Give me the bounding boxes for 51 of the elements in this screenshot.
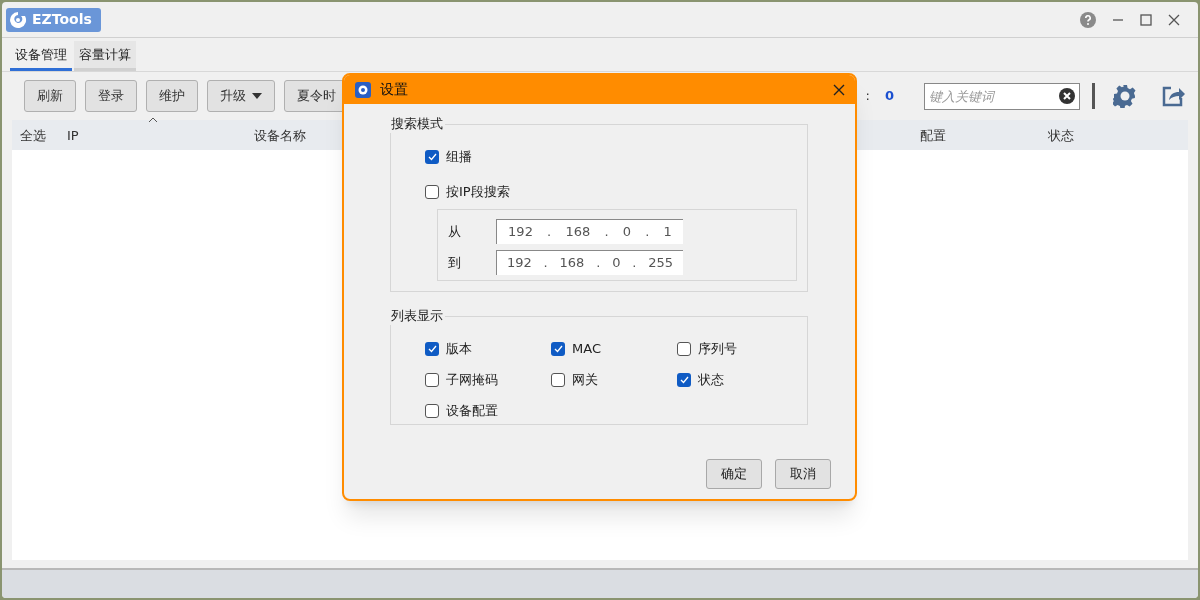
close-icon[interactable] — [833, 83, 845, 96]
toolbar-button[interactable]: 维护 — [146, 80, 198, 112]
group-title: 搜索模式 — [389, 115, 445, 133]
ip-address-field[interactable]: 192 . 168 . 0 . 255 — [496, 250, 683, 275]
toolbar-button[interactable]: 登录 — [85, 80, 137, 112]
window-title: EZTools — [32, 10, 93, 29]
checkbox[interactable] — [551, 341, 565, 356]
column-header[interactable]: 配置 — [920, 126, 946, 146]
checkbox-label[interactable]: MAC — [572, 339, 601, 359]
dialog-button[interactable]: 取消 — [775, 459, 831, 489]
maximize-icon[interactable] — [1140, 13, 1152, 26]
logo-icon — [9, 10, 27, 29]
checkbox-label[interactable]: 状态 — [698, 370, 724, 390]
checkbox[interactable] — [425, 184, 439, 199]
tab[interactable]: 容量计算 — [74, 41, 136, 71]
range-label: 到 — [448, 253, 462, 272]
checkbox[interactable] — [425, 372, 439, 387]
device-count: 0 — [884, 87, 894, 106]
checkbox[interactable] — [677, 372, 691, 387]
column-header[interactable]: 全选 — [20, 126, 46, 146]
checkbox[interactable] — [425, 403, 439, 418]
toolbar-button[interactable]: 刷新 — [24, 80, 76, 112]
range-label: 从 — [448, 222, 462, 241]
checkbox-label[interactable]: 按IP段搜索 — [446, 182, 510, 202]
checkbox[interactable] — [425, 341, 439, 356]
checkbox-label[interactable]: 版本 — [446, 339, 472, 359]
dialog-button[interactable]: 确定 — [706, 459, 762, 489]
ip-address-field[interactable]: 192 . 168 . 0 . 1 — [496, 219, 683, 244]
clear-icon[interactable] — [1059, 87, 1075, 104]
column-header[interactable]: 设备名称 — [254, 126, 306, 146]
share-icon[interactable] — [1161, 84, 1185, 108]
help-icon[interactable] — [1080, 11, 1096, 28]
caret-icon — [252, 93, 262, 99]
column-header[interactable]: 状态 — [1048, 126, 1074, 146]
checkbox-label[interactable]: 序列号 — [698, 339, 737, 359]
toolbar-button[interactable]: 升级 — [207, 80, 275, 112]
checkbox-label[interactable]: 组播 — [446, 147, 472, 167]
group-title: 列表显示 — [389, 307, 445, 325]
checkbox-label[interactable]: 网关 — [572, 370, 598, 390]
settings-icon[interactable] — [1113, 84, 1137, 108]
checkbox[interactable] — [425, 149, 439, 164]
checkbox[interactable] — [551, 372, 565, 387]
checkbox-label[interactable]: 设备配置 — [446, 401, 498, 421]
checkbox[interactable] — [677, 341, 691, 356]
sort-icon — [148, 117, 158, 123]
dialog-title: 设置 — [380, 80, 409, 99]
column-header[interactable]: IP — [67, 126, 79, 146]
count-label: : — [865, 87, 870, 106]
search-field[interactable]: 键入关键词 — [924, 82, 1080, 110]
close-icon[interactable] — [1168, 13, 1180, 26]
checkbox-label[interactable]: 子网掩码 — [446, 370, 498, 390]
